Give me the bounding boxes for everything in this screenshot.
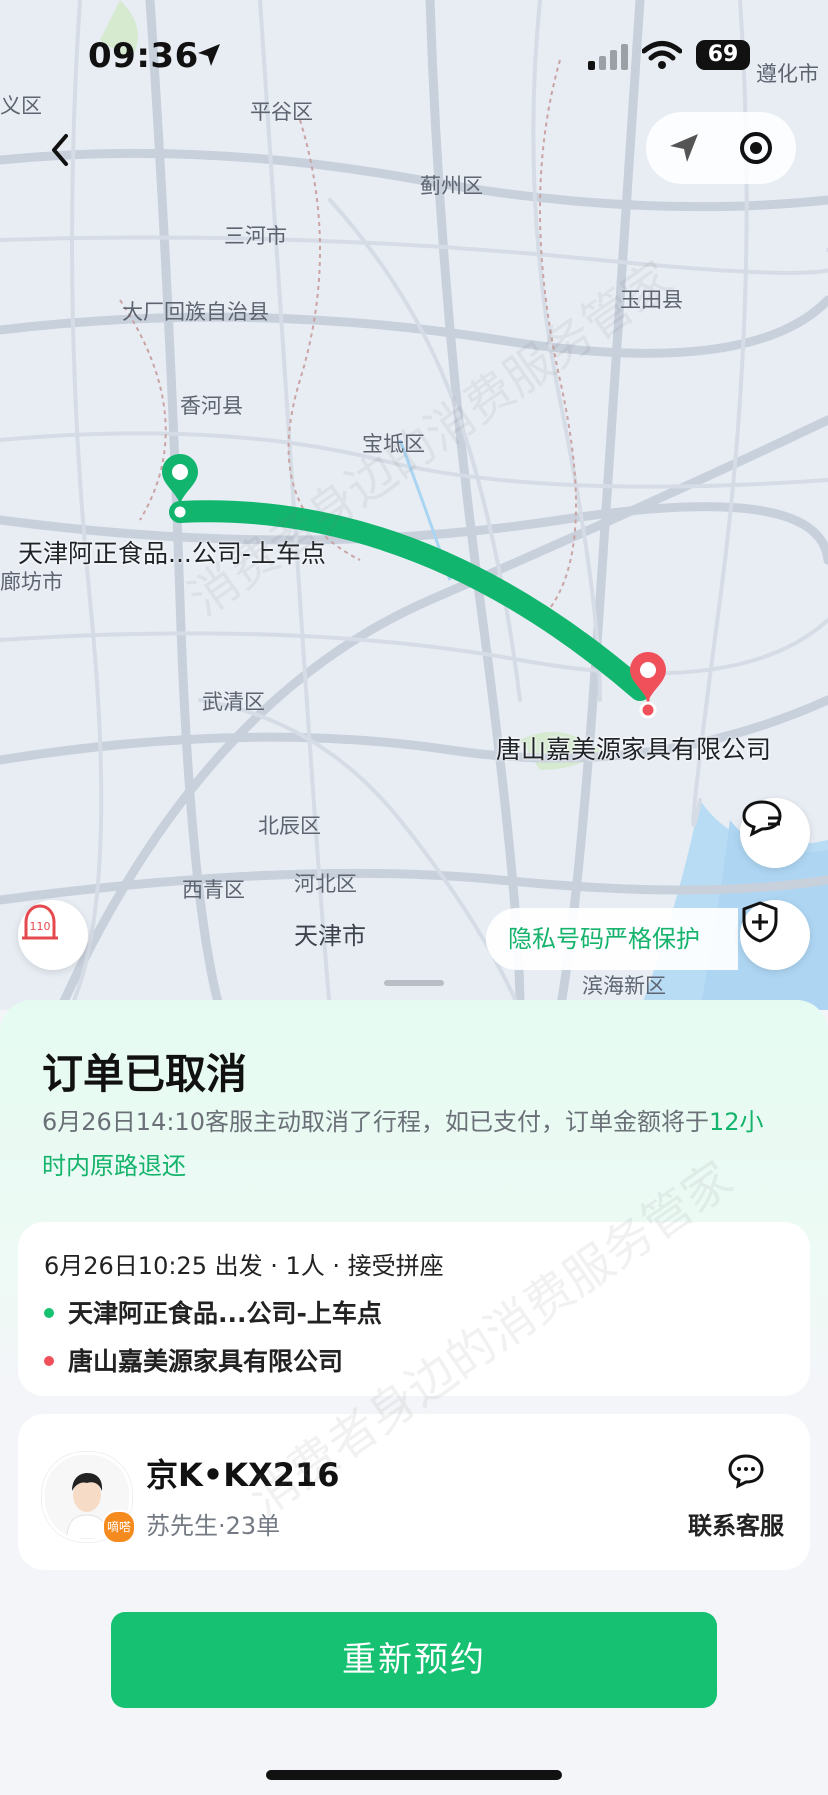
map-view[interactable]: 义区 遵化市 平谷区 蓟州区 三河市 玉田县 大厂回族自治县 香河县 宝坻区 廊…	[0, 0, 828, 1010]
message-button[interactable]	[740, 798, 810, 868]
status-bar: 09:36 69	[0, 34, 828, 80]
map-label: 三河市	[224, 224, 287, 248]
alarm-110-icon: 110	[22, 904, 58, 940]
privacy-banner: 隐私号码严格保护	[486, 908, 738, 970]
contact-service-button[interactable]	[726, 1452, 766, 1492]
shield-plus-icon	[742, 901, 778, 943]
dropoff-pin-icon[interactable]	[628, 650, 668, 720]
police-badge-text: 110	[30, 920, 51, 933]
battery-indicator: 69	[696, 40, 750, 70]
police-110-button[interactable]: 110	[18, 900, 88, 970]
driver-info: 苏先生·23单	[146, 1512, 281, 1540]
location-arrow-icon	[198, 44, 220, 66]
map-label: 宝坻区	[362, 432, 425, 456]
signal-icon	[588, 44, 628, 70]
driver-badge: 嘀嗒	[102, 1510, 136, 1544]
order-status-title: 订单已取消	[42, 1050, 247, 1098]
dropoff-label: 唐山嘉美源家具有限公司	[496, 735, 772, 764]
map-label: 武清区	[202, 690, 265, 714]
map-label: 河北区	[294, 872, 357, 896]
pickup-pin-icon[interactable]	[160, 452, 200, 522]
trip-summary: 6月26日10:25 出发 · 1人 · 接受拼座	[44, 1252, 444, 1280]
cancel-desc-text: 6月26日14:10客服主动取消了行程，如已支付，订单金额将于	[42, 1108, 709, 1136]
map-label: 玉田县	[620, 288, 683, 312]
map-label: 滨海新区	[582, 974, 666, 998]
map-label: 香河县	[180, 394, 243, 418]
trip-to-text: 唐山嘉美源家具有限公司	[68, 1347, 344, 1376]
vehicle-plate: 京K•KX216	[146, 1456, 340, 1494]
to-dot-icon	[44, 1356, 54, 1366]
map-label: 廊坊市	[0, 570, 63, 594]
target-icon	[740, 132, 772, 164]
map-label: 蓟州区	[420, 174, 483, 198]
rebook-button[interactable]: 重新预约	[111, 1612, 717, 1708]
home-indicator	[266, 1770, 562, 1780]
recenter-button[interactable]	[732, 124, 780, 172]
safety-button[interactable]	[740, 900, 810, 970]
contact-service-label[interactable]: 联系客服	[688, 1506, 784, 1541]
map-controls	[646, 112, 796, 184]
back-button[interactable]	[40, 120, 80, 180]
order-cancel-description: 6月26日14:10客服主动取消了行程，如已支付，订单金额将于12小时内原路退还	[42, 1100, 782, 1188]
trip-card[interactable]: 6月26日10:25 出发 · 1人 · 接受拼座 天津阿正食品...公司-上车…	[18, 1222, 810, 1396]
back-arrow-icon	[52, 134, 68, 166]
locate-button[interactable]	[660, 124, 708, 172]
map-label: 西青区	[182, 878, 245, 902]
map-label: 天津市	[294, 922, 366, 950]
trip-to: 唐山嘉美源家具有限公司	[44, 1342, 343, 1378]
driver-card: 嘀嗒 京K•KX216 苏先生·23单 联系客服	[18, 1414, 810, 1570]
status-time: 09:36	[88, 36, 199, 76]
from-dot-icon	[44, 1308, 54, 1318]
pickup-label: 天津阿正食品...公司-上车点	[18, 539, 326, 568]
chat-bubble-icon	[728, 1454, 764, 1489]
trip-from-text: 天津阿正食品...公司-上车点	[68, 1299, 382, 1328]
trip-from: 天津阿正食品...公司-上车点	[44, 1294, 382, 1330]
navigation-arrow-icon	[670, 134, 698, 162]
map-label: 北辰区	[258, 814, 321, 838]
map-label: 平谷区	[250, 100, 313, 124]
wifi-icon	[642, 41, 682, 69]
map-label: 义区	[0, 94, 42, 118]
sheet-handle[interactable]	[384, 980, 444, 986]
chat-icon	[742, 800, 782, 837]
map-label: 大厂回族自治县	[122, 300, 269, 324]
